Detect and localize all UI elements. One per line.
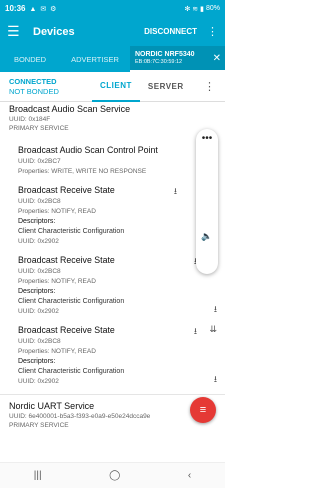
service-name: Nordic UART Service: [9, 401, 95, 411]
connection-status: CONNECTED NOT BONDED: [0, 77, 92, 97]
service-uuid: UUID: 6e400001-b5a3-f393-e0a9-e50e24dcca…: [9, 413, 151, 420]
battery-level: 80%: [205, 5, 220, 12]
characteristic-item[interactable]: Broadcast Receive State UUID: 0x2BC8 Pro…: [9, 320, 225, 390]
service-name: Broadcast Audio Scan Service: [9, 104, 131, 114]
tab-device[interactable]: NORDIC NRF5340 EB:0B:7C:30:59:12 ✕: [130, 46, 225, 72]
characteristic-name: Broadcast Receive State: [18, 325, 115, 335]
list-icon: ≡: [199, 404, 207, 416]
bond-label: NOT BONDED: [9, 86, 59, 96]
service-type: PRIMARY SERVICE: [9, 422, 69, 429]
descriptor-uuid: UUID: 0x2902: [18, 308, 59, 315]
characteristic-item[interactable]: Broadcast Receive State UUID: 0x2BC8 Pro…: [9, 250, 225, 320]
characteristic-uuid: UUID: 0x2BC8: [18, 198, 61, 205]
hamburger-menu-icon[interactable]: ☰: [7, 23, 25, 40]
connection-bar: CONNECTED NOT BONDED CLIENT SERVER ⋮: [0, 72, 225, 102]
recents-icon[interactable]: |||: [34, 470, 42, 481]
characteristic-item[interactable]: Broadcast Audio Scan Control Point UUID:…: [9, 140, 225, 180]
characteristic-properties: Properties: NOTIFY, READ: [18, 348, 96, 355]
characteristic-uuid: UUID: 0x2BC8: [18, 268, 61, 275]
characteristic-uuid: UUID: 0x2BC7: [18, 158, 61, 165]
notify-icon[interactable]: ⇊: [209, 324, 217, 335]
volume-icon[interactable]: 🔈: [201, 231, 212, 242]
descriptor-name: Client Characteristic Configuration: [18, 368, 125, 375]
characteristic-properties: Properties: NOTIFY, READ: [18, 208, 96, 215]
characteristic-uuid: UUID: 0x2BC8: [18, 338, 61, 345]
tab-advertiser[interactable]: ADVERTISER: [60, 46, 130, 72]
notification-icons: ▲ ✉ ⚙: [29, 5, 58, 13]
service-item[interactable]: Broadcast Audio Scan Service UUID: 0x184…: [0, 102, 225, 134]
descriptor-name: Client Characteristic Configuration: [18, 298, 125, 305]
back-icon[interactable]: ‹: [188, 470, 191, 481]
characteristic-name: Broadcast Audio Scan Control Point: [18, 145, 158, 155]
descriptors-label: Descriptors:: [18, 288, 56, 295]
characteristic-item[interactable]: Broadcast Receive State UUID: 0x2BC8 Pro…: [9, 180, 225, 250]
more-options-icon[interactable]: •••: [202, 133, 213, 144]
status-right: ✻ ≋ ▮ 80%: [185, 5, 221, 13]
read-icon[interactable]: ⭳: [194, 324, 197, 340]
services-list: Broadcast Audio Scan Service UUID: 0x184…: [0, 102, 225, 436]
descriptor-name: Client Characteristic Configuration: [18, 228, 125, 235]
tab-bonded[interactable]: BONDED: [0, 46, 60, 72]
overflow-menu-icon[interactable]: ⋮: [207, 25, 218, 38]
tab-server[interactable]: SERVER: [140, 72, 192, 102]
status-time: 10:36: [5, 4, 26, 13]
disconnect-button[interactable]: DISCONNECT: [144, 27, 197, 36]
device-tabs: BONDED ADVERTISER NORDIC NRF5340 EB:0B:7…: [0, 46, 225, 72]
descriptor-uuid: UUID: 0x2902: [18, 378, 59, 385]
volume-overlay[interactable]: ••• 🔈: [196, 129, 218, 274]
signal-icons: ✻ ≋ ▮: [184, 5, 204, 13]
system-nav-bar: ||| ◯ ‹: [0, 462, 225, 488]
app-bar: ☰ Devices DISCONNECT ⋮: [0, 17, 225, 46]
tab-client[interactable]: CLIENT: [92, 72, 140, 102]
descriptor-uuid: UUID: 0x2902: [18, 238, 59, 245]
page-title: Devices: [33, 25, 75, 38]
descriptor-read-icon[interactable]: ⭳: [214, 302, 217, 318]
service-type: PRIMARY SERVICE: [9, 125, 69, 132]
connected-label: CONNECTED: [9, 76, 57, 86]
characteristic-properties: Properties: WRITE, WRITE NO RESPONSE: [18, 168, 147, 175]
overflow-menu-icon[interactable]: ⋮: [204, 80, 215, 93]
close-icon[interactable]: ✕: [213, 53, 221, 64]
status-bar: 10:36 ▲ ✉ ⚙ ✻ ≋ ▮ 80%: [0, 0, 225, 17]
device-mac: EB:0B:7C:30:59:12: [135, 59, 183, 65]
divider: [0, 394, 225, 395]
descriptors-label: Descriptors:: [18, 358, 56, 365]
log-fab-button[interactable]: ≡: [190, 397, 216, 423]
descriptors-label: Descriptors:: [18, 218, 56, 225]
characteristic-properties: Properties: NOTIFY, READ: [18, 278, 96, 285]
home-icon[interactable]: ◯: [109, 470, 120, 481]
read-icon[interactable]: ⭳: [174, 184, 177, 200]
device-name: NORDIC NRF5340: [135, 51, 195, 58]
characteristic-name: Broadcast Receive State: [18, 185, 115, 195]
service-uuid: UUID: 0x184F: [9, 116, 51, 123]
descriptor-read-icon[interactable]: ⭳: [214, 372, 217, 388]
characteristic-name: Broadcast Receive State: [18, 255, 115, 265]
